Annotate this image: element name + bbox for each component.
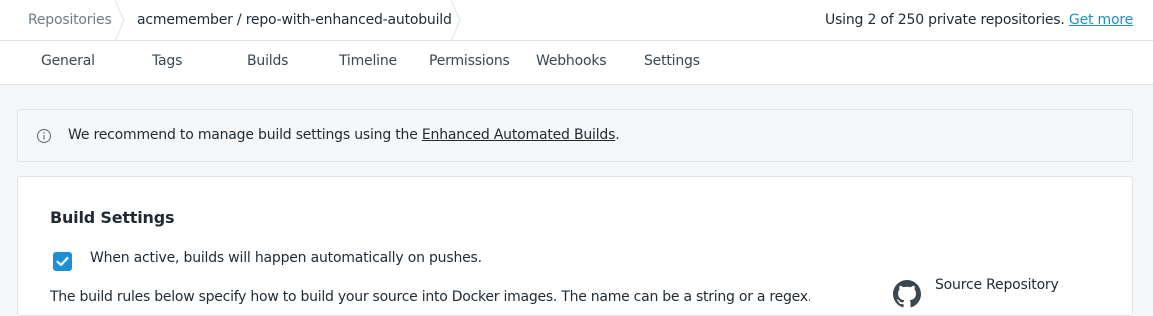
tab-builds[interactable]: Builds [247,41,288,84]
tab-timeline[interactable]: Timeline [339,41,397,84]
build-settings-title: Build Settings [50,208,175,227]
enhanced-automated-builds-link[interactable]: Enhanced Automated Builds [422,127,615,143]
info-icon [36,128,52,144]
enhanced-builds-banner: We recommend to manage build settings us… [17,109,1133,162]
build-settings-card: Build Settings When active, builds will … [17,176,1133,316]
usage-text: Using 2 of 250 private repositories. [825,12,1065,28]
private-repo-usage: Using 2 of 250 private repositories. Get… [825,0,1133,41]
tab-settings[interactable]: Settings [644,41,700,84]
banner-text: We recommend to manage build settings us… [68,127,418,143]
breadcrumb-separator-icon [449,0,463,41]
tab-tags[interactable]: Tags [152,41,182,84]
get-more-link[interactable]: Get more [1069,12,1133,28]
top-bar: Repositories acmemember / repo-with-enha… [0,0,1153,41]
banner-suffix: . [615,127,620,143]
breadcrumb-separator-icon [113,0,127,41]
breadcrumb-current-repo: acmemember / repo-with-enhanced-autobuil… [137,12,452,28]
tab-general[interactable]: General [41,41,95,84]
source-repository-label: Source Repository [935,277,1059,293]
repo-tabs: General Tags Builds Timeline Permissions… [0,41,1153,85]
tab-webhooks[interactable]: Webhooks [536,41,607,84]
banner-message: We recommend to manage build settings us… [68,110,620,161]
build-rules-description: The build rules below specify how to bui… [50,289,810,305]
breadcrumb-repositories[interactable]: Repositories [28,0,112,41]
tab-permissions[interactable]: Permissions [429,41,510,84]
autobuild-checkbox[interactable] [53,252,72,271]
autobuild-label: When active, builds will happen automati… [90,250,482,266]
github-icon [893,280,921,308]
